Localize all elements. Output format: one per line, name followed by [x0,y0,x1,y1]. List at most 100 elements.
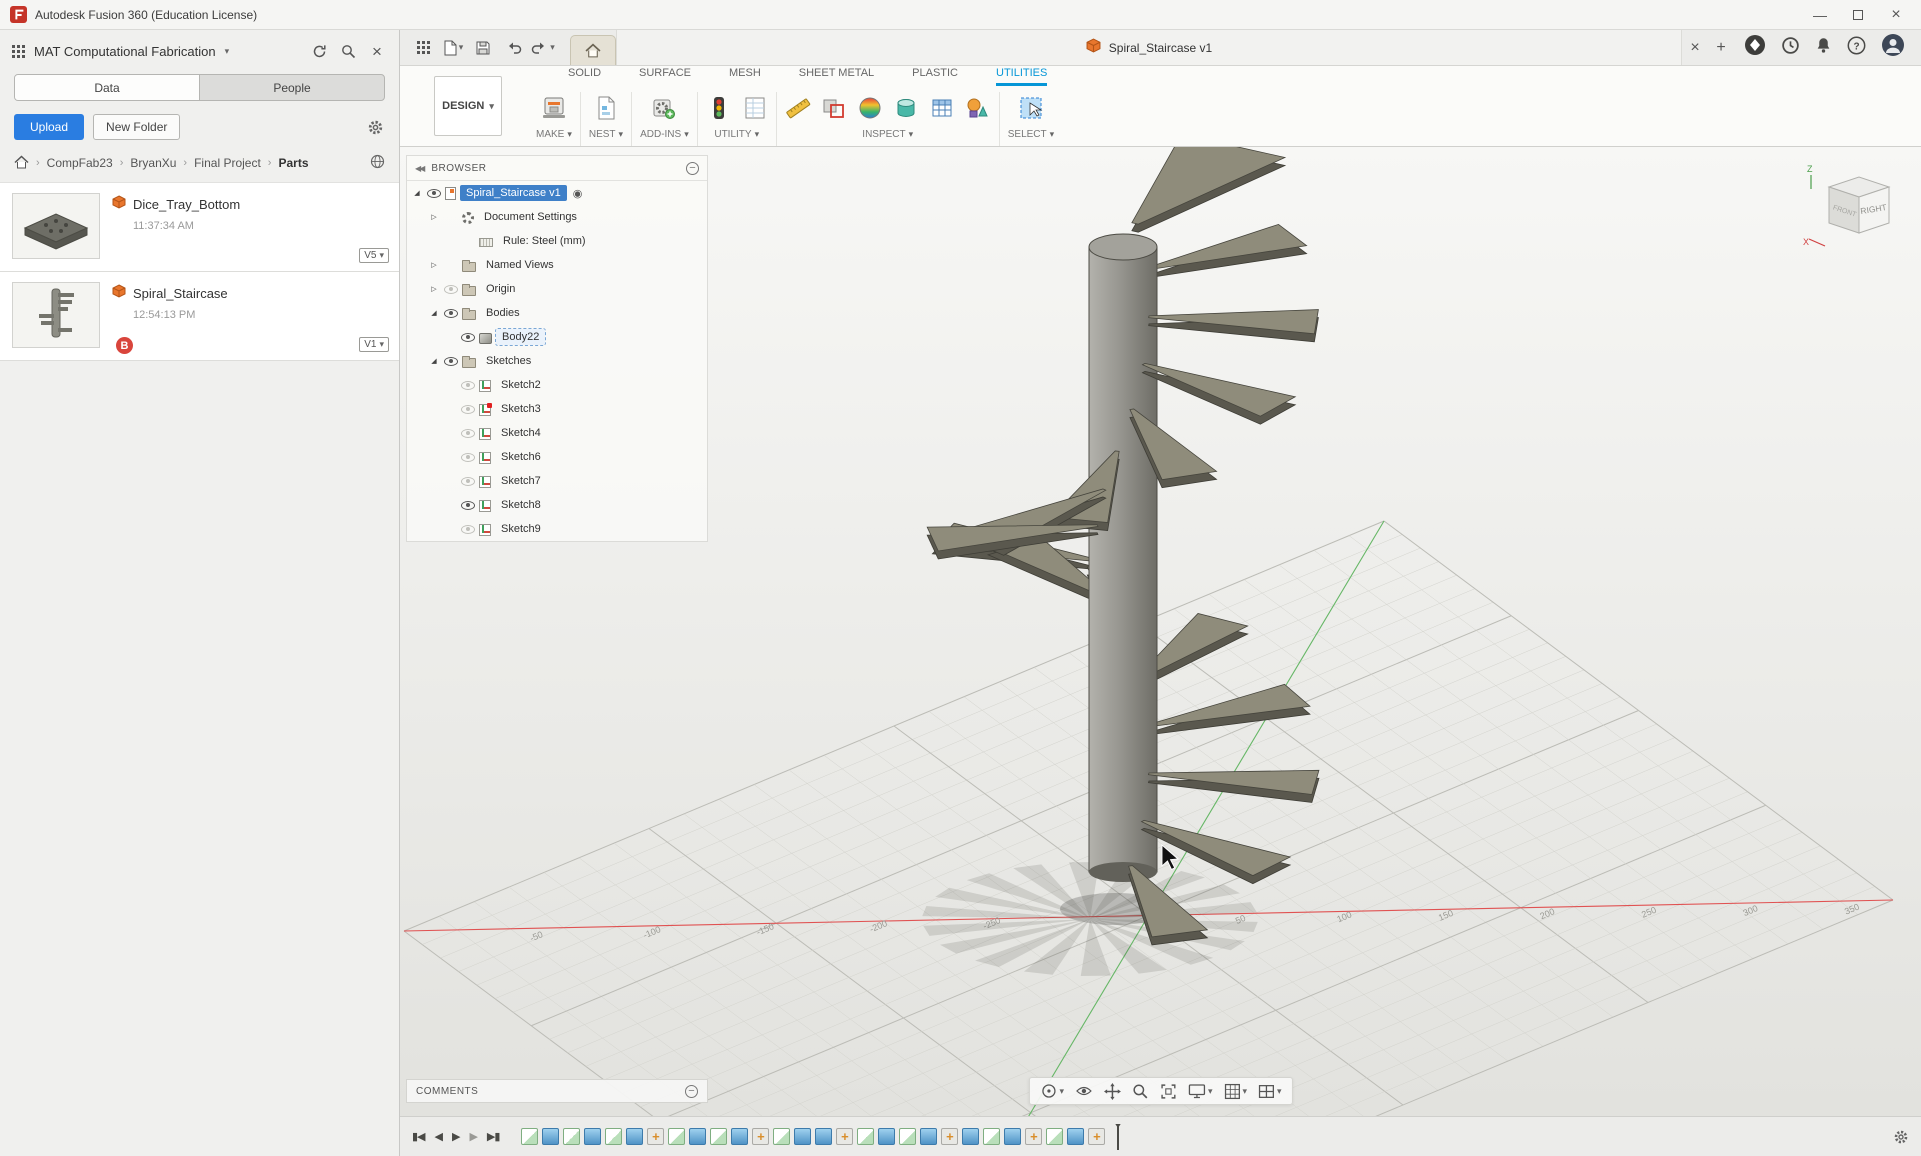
look-at-icon[interactable] [1075,1082,1093,1100]
timeline-feature-sketch-19[interactable] [899,1128,916,1145]
ribbon-tab-surface[interactable]: SURFACE [639,67,691,86]
new-tab-button[interactable]: + [1708,35,1734,61]
activate-component-radio[interactable]: ◉ [573,187,583,200]
notifications-bell-icon[interactable] [1815,36,1832,59]
timeline-feature-sketch-23[interactable] [983,1128,1000,1145]
tree-collapse-arrow-icon[interactable]: ◢ [411,189,423,197]
browser-item-sketches[interactable]: ◢Sketches [407,349,707,373]
browser-item-rule-steel-mm-[interactable]: Rule: Steel (mm) [407,229,707,253]
browser-item-sketch4[interactable]: Sketch4 [407,421,707,445]
tool-group-label-utility[interactable]: UTILITY▾ [714,129,759,140]
maximize-button[interactable] [1843,4,1873,26]
viewports-icon[interactable]: ▾ [1258,1083,1282,1100]
timeline-go-to-start-button[interactable]: ▮◀ [412,1130,425,1143]
section-analysis-icon[interactable] [893,95,919,121]
undo-icon[interactable] [498,34,528,62]
version-chip[interactable]: V5▾ [359,248,389,263]
new-folder-button[interactable]: New Folder [93,114,180,140]
visibility-eye-icon[interactable] [427,189,441,198]
zoom-icon[interactable] [1132,1083,1149,1100]
timeline-feature-extrude-14[interactable] [794,1128,811,1145]
timeline-go-to-end-button[interactable]: ▶▮ [487,1130,500,1143]
browser-item-sketch3[interactable]: Sketch3 [407,397,707,421]
timeline-feature-extrude-4[interactable] [584,1128,601,1145]
curvature-map-icon[interactable] [857,95,883,121]
refresh-icon[interactable] [309,44,329,59]
browser-item-named-views[interactable]: ▷Named Views [407,253,707,277]
timeline-step-back-button[interactable]: ◀ [435,1130,442,1143]
visibility-eye-icon[interactable] [461,333,475,342]
appearance-shapes-icon[interactable] [965,95,991,121]
job-status-clock-icon[interactable] [1781,36,1800,60]
tool-group-label-inspect[interactable]: INSPECT▾ [862,129,913,140]
tree-collapse-arrow-icon[interactable]: ◢ [428,309,440,317]
upload-button[interactable]: Upload [14,114,84,140]
ribbon-tab-mesh[interactable]: MESH [729,67,761,86]
pan-icon[interactable] [1104,1083,1121,1100]
visibility-eye-icon[interactable] [461,429,475,438]
visibility-eye-icon[interactable] [461,477,475,486]
timeline-feature-extrude-15[interactable] [815,1128,832,1145]
tab-people[interactable]: People [199,75,384,100]
browser-item-sketch7[interactable]: Sketch7 [407,469,707,493]
browser-item-sketch2[interactable]: Sketch2 [407,373,707,397]
timeline-play-button[interactable]: ▶ [452,1130,459,1143]
visibility-eye-icon[interactable] [444,285,458,294]
tool-group-label-nest[interactable]: NEST▾ [589,129,623,140]
visibility-eye-icon[interactable] [461,525,475,534]
timeline-feature-sketch-17[interactable] [857,1128,874,1145]
timeline-feature-move-28[interactable] [1088,1128,1105,1145]
ribbon-tab-solid[interactable]: SOLID [568,67,601,86]
timeline-feature-move-25[interactable] [1025,1128,1042,1145]
timeline-step-forward-button[interactable]: ▶ [469,1130,476,1143]
breadcrumb-item[interactable]: BryanXu [130,156,176,170]
add-ins-icon[interactable] [651,95,677,121]
browser-display-toggle-icon[interactable]: − [686,162,699,175]
tool-group-label-make[interactable]: MAKE▾ [536,129,572,140]
timeline-feature-extrude-20[interactable] [920,1128,937,1145]
project-title[interactable]: MAT Computational Fabrication [34,44,216,59]
breadcrumb-item[interactable]: Final Project [194,156,261,170]
tree-collapse-arrow-icon[interactable]: ◢ [428,357,440,365]
document-tab[interactable]: Spiral_Staircase v1 [616,30,1682,65]
visibility-eye-icon[interactable] [461,381,475,390]
ribbon-tab-sheet-metal[interactable]: SHEET METAL [799,67,874,86]
utility-sheet-icon[interactable] [742,95,768,121]
timeline-feature-extrude-6[interactable] [626,1128,643,1145]
help-icon[interactable]: ? [1847,36,1866,60]
collapse-browser-icon[interactable]: ◀◀ [415,164,423,173]
browser-item-body22[interactable]: Body22 [407,325,707,349]
tool-group-label-add-ins[interactable]: ADD-INS▾ [640,129,689,140]
timeline-feature-sketch-3[interactable] [563,1128,580,1145]
fit-view-icon[interactable] [1160,1083,1177,1100]
file-menu-icon[interactable]: ▾ [438,34,468,62]
tree-expand-arrow-icon[interactable]: ▷ [428,261,440,269]
version-chip[interactable]: V1▾ [359,337,389,352]
minimize-button[interactable]: — [1805,4,1835,26]
comments-toggle-icon[interactable]: − [685,1085,698,1098]
projects-grid-icon[interactable] [12,45,25,58]
timeline-feature-extrude-18[interactable] [878,1128,895,1145]
ribbon-tab-plastic[interactable]: PLASTIC [912,67,958,86]
select-icon[interactable] [1018,95,1044,121]
display-settings-icon[interactable]: ▾ [1188,1083,1213,1099]
visibility-eye-icon[interactable] [461,453,475,462]
timeline-feature-sketch-10[interactable] [710,1128,727,1145]
timeline-feature-sketch-5[interactable] [605,1128,622,1145]
viewport-canvas[interactable]: -250-200-150-100-5050100150200250300350 … [400,147,1921,1116]
browser-item-sketch6[interactable]: Sketch6 [407,445,707,469]
timeline-feature-extrude-22[interactable] [962,1128,979,1145]
browser-item-document-settings[interactable]: ▷Document Settings [407,205,707,229]
home-icon[interactable] [14,155,29,172]
component-color-table-icon[interactable] [929,95,955,121]
browser-item-bodies[interactable]: ◢Bodies [407,301,707,325]
browser-item-sketch9[interactable]: Sketch9 [407,517,707,541]
visibility-eye-icon[interactable] [444,357,458,366]
timeline-feature-extrude-27[interactable] [1067,1128,1084,1145]
ribbon-tab-utilities[interactable]: UTILITIES [996,67,1047,86]
timeline-feature-extrude-2[interactable] [542,1128,559,1145]
timeline-feature-sketch-13[interactable] [773,1128,790,1145]
timeline-feature-move-12[interactable] [752,1128,769,1145]
close-data-panel-icon[interactable]: × [367,43,387,60]
validate-traffic-light-icon[interactable] [706,95,732,121]
